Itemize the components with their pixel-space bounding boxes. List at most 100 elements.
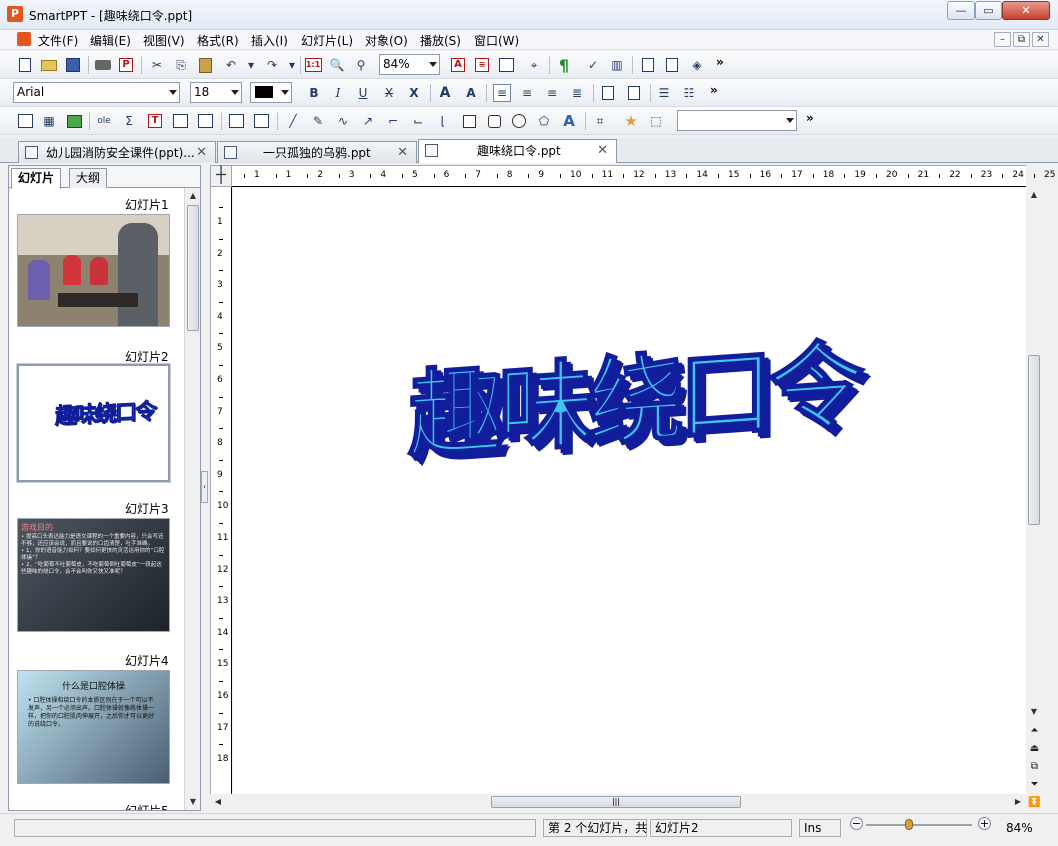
mdi-restore-button[interactable]: ⧉	[1013, 32, 1030, 47]
zoom-in-button[interactable]: +	[978, 817, 991, 830]
canvas-horizontal-scrollbar[interactable]: ◀ ||| ▶	[210, 794, 1026, 811]
align-justify-icon[interactable]: ≣	[568, 84, 586, 102]
connector-icon[interactable]: ⌐	[384, 112, 402, 130]
slide-canvas[interactable]: 趣味绕口令	[233, 188, 1026, 794]
ungroup-icon[interactable]	[252, 112, 270, 130]
shrink-font-button[interactable]: A	[462, 84, 480, 102]
toolbar-more-button[interactable]: »	[716, 55, 724, 69]
close-button[interactable]: ✕	[1002, 1, 1050, 20]
menu-window[interactable]: 窗口(W)	[474, 32, 519, 49]
select-icon[interactable]: ⬚	[647, 112, 665, 130]
scrollbar-thumb[interactable]	[1028, 355, 1040, 525]
last-slide-icon[interactable]: ⏬	[1026, 795, 1043, 811]
align-center-icon[interactable]: ≡	[518, 84, 536, 102]
font-color-combo[interactable]	[250, 82, 292, 103]
grow-font-button[interactable]: A	[436, 84, 454, 102]
next-slide-icon[interactable]: ⏷	[1026, 777, 1043, 793]
increase-indent-icon[interactable]	[625, 84, 643, 102]
text-box-icon[interactable]	[16, 112, 34, 130]
underline-button[interactable]: U	[354, 84, 372, 102]
first-slide-icon[interactable]: ⏶	[1026, 723, 1043, 739]
style-combo[interactable]	[677, 110, 797, 131]
zoom-slider-knob[interactable]	[905, 819, 913, 830]
clear-format-button[interactable]: X	[405, 84, 423, 102]
doc-tab-tongue-twister[interactable]: 趣味绕口令.ppt ✕	[418, 139, 617, 163]
list-icon[interactable]	[497, 56, 515, 74]
slide-thumbnail-1[interactable]	[17, 214, 170, 327]
italic-button[interactable]: I	[329, 84, 347, 102]
zoom-slider-track[interactable]	[866, 824, 972, 826]
print-icon[interactable]	[94, 56, 112, 74]
scroll-down-arrow-icon[interactable]: ▼	[1026, 704, 1042, 720]
rectangle-icon[interactable]	[460, 112, 478, 130]
document-icon[interactable]	[17, 32, 31, 46]
rounded-rectangle-icon[interactable]	[485, 112, 503, 130]
menu-view[interactable]: 视图(V)	[143, 32, 185, 49]
align-right-icon[interactable]: ≡	[543, 84, 561, 102]
slide-thumbnail-3[interactable]: 游戏目的 • 提高口头表达能力是语文课程的一个重要内容，只会写还不够，还应该会说…	[17, 518, 170, 632]
page-p-icon[interactable]	[663, 56, 681, 74]
slide-thumbnail-2[interactable]: 趣味绕口令	[16, 363, 171, 483]
restore-button[interactable]: ▭	[975, 1, 1002, 20]
scroll-left-arrow-icon[interactable]: ◀	[210, 794, 226, 810]
vertical-ruler[interactable]: 1 2 3 4 5 6 7 8 9 10 11 12 13 14 15 16 17 18	[210, 187, 232, 794]
close-icon[interactable]: ✕	[597, 141, 608, 161]
equation-icon[interactable]: Σ	[120, 112, 138, 130]
elbow-connector-icon[interactable]: ⌙	[409, 112, 427, 130]
print-preview-icon[interactable]: P	[117, 56, 135, 74]
pen-icon[interactable]: ✎	[309, 112, 327, 130]
ellipse-icon[interactable]	[510, 112, 528, 130]
slide-wordart-title[interactable]: 趣味绕口令	[407, 307, 859, 477]
menu-edit[interactable]: 编辑(E)	[90, 32, 131, 49]
save-icon[interactable]	[64, 56, 82, 74]
close-icon[interactable]: ✕	[397, 143, 408, 163]
numbered-list-icon[interactable]: ☷	[680, 84, 698, 102]
paste-icon[interactable]	[196, 56, 214, 74]
new-file-icon[interactable]	[16, 56, 34, 74]
status-insert-mode[interactable]: Ins	[799, 819, 841, 837]
spell-check-icon[interactable]: ✓	[584, 56, 602, 74]
shapes-icon[interactable]: ⬠	[535, 112, 553, 130]
strikethrough-button[interactable]: X	[380, 84, 398, 102]
scroll-down-arrow-icon[interactable]: ▼	[185, 794, 200, 810]
doc-tab-lonely-crow[interactable]: 一只孤独的乌鸦.ppt ✕	[217, 141, 417, 163]
scroll-up-arrow-icon[interactable]: ▲	[1026, 187, 1042, 203]
redo-dropdown-icon[interactable]: ▾	[283, 56, 301, 74]
mdi-minimize-button[interactable]: –	[994, 32, 1011, 47]
redo-icon[interactable]: ↷	[263, 56, 281, 74]
minimize-button[interactable]: —	[947, 1, 975, 20]
frame-icon[interactable]	[171, 112, 189, 130]
scroll-right-arrow-icon[interactable]: ▶	[1010, 794, 1026, 810]
menu-slide[interactable]: 幻灯片(L)	[301, 32, 353, 49]
picture-icon[interactable]	[65, 112, 83, 130]
collapse-panel-handle[interactable]: ‹	[201, 471, 208, 503]
cut-icon[interactable]: ✂	[148, 56, 166, 74]
prev-slide-icon[interactable]: ⏏	[1026, 741, 1043, 757]
paragraph-mark-icon[interactable]: ¶	[555, 56, 573, 75]
canvas-vertical-scrollbar[interactable]: ▲ ▼	[1026, 187, 1043, 794]
smartppt-app-icon[interactable]: P	[7, 6, 23, 22]
align-left-icon[interactable]: ≡	[493, 84, 511, 102]
doc-tab-fire-safety[interactable]: 幼儿园消防安全课件(ppt)... ✕	[18, 141, 216, 163]
menu-format[interactable]: 格式(R)	[197, 32, 239, 49]
zoom-fit-icon[interactable]: 🔍	[328, 56, 346, 74]
arrow-icon[interactable]: ↗	[359, 112, 377, 130]
actual-size-icon[interactable]: 1:1	[304, 56, 322, 74]
zoom-icon[interactable]: ⚲	[352, 56, 370, 74]
decrease-indent-icon[interactable]	[599, 84, 617, 102]
scroll-up-arrow-icon[interactable]: ▲	[185, 188, 200, 204]
slide-thumbnail-4[interactable]: 什么是口腔体操 • 口腔体操和绕口令的本质区别在于一个可以不发声，另一个必须出声…	[17, 670, 170, 784]
slide-view-icon[interactable]: ⧉	[1026, 759, 1043, 775]
crop-icon[interactable]: ⌗	[591, 112, 609, 130]
ole-object-icon[interactable]: ole	[95, 112, 113, 130]
open-folder-icon[interactable]	[40, 56, 58, 74]
curve-icon[interactable]: ∿	[334, 112, 352, 130]
font-name-combo[interactable]: Arial	[13, 82, 180, 103]
copy-icon[interactable]: ⎘	[172, 56, 190, 74]
bold-button[interactable]: B	[305, 84, 323, 102]
chart-icon[interactable]: ▥	[608, 56, 626, 74]
horizontal-ruler[interactable]: 1 1 2 3 4 5 6 7 8 9 10 11 12 13 14 15 16 17 18 19 20 21 22 23 24…	[232, 165, 1055, 187]
menu-insert[interactable]: 插入(I)	[251, 32, 288, 49]
p-frame-icon[interactable]	[196, 112, 214, 130]
table-icon[interactable]: ▦	[40, 112, 58, 130]
